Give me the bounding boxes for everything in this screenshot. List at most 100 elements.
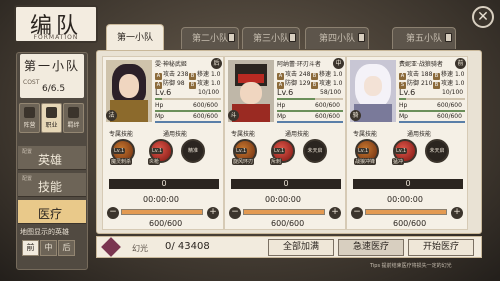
exp-bar [155, 98, 221, 100]
currency-label: 幻光 [132, 244, 148, 253]
exclusive-skill-label: 专属技能 [353, 131, 378, 138]
exp-bar [399, 98, 465, 100]
hp-label: Hp [399, 102, 408, 109]
sidebar-item-skills[interactable]: 配置 技能 [18, 173, 86, 197]
heal-hp: 600/600 [271, 219, 305, 228]
team-name: 第一小队 [23, 59, 80, 73]
heal-hp: 600/600 [393, 219, 427, 228]
stat-value: 1.0 [210, 71, 221, 78]
stat-value: 210 [420, 80, 433, 87]
skill-name: 斥刺 [270, 158, 283, 165]
class-icon: 法 [106, 110, 117, 121]
stat-grade: B [433, 82, 440, 89]
sidebar-item-label: 英雄 [38, 153, 63, 167]
stat-value: 1.0 [454, 80, 465, 87]
page-subtitle: FORMATION [33, 34, 79, 41]
stat-name: 移速 [197, 71, 210, 78]
skill-name: 未天启 [307, 148, 323, 154]
fill-all-button[interactable]: 全部加满 [268, 239, 334, 256]
cost-label: COST [23, 79, 40, 86]
heal-time: 00:00:00 [143, 195, 179, 204]
heal-slider-fill [122, 210, 202, 214]
stat-name: 攻速 [319, 80, 332, 87]
stat-value: 238 [176, 71, 189, 78]
skill-icon[interactable]: 未天启 [425, 139, 449, 163]
position-badge: 中 [333, 58, 344, 69]
stat-value: 188 [420, 71, 433, 78]
heal-count: 0 [109, 179, 219, 189]
decrease-button[interactable]: − [107, 207, 119, 219]
increase-button[interactable]: + [207, 207, 219, 219]
tab-team-5[interactable]: 第五小队 [392, 27, 456, 49]
heal-slider[interactable] [243, 209, 325, 215]
hero-role: 骑 [352, 112, 359, 119]
mode-label: 羁绊 [67, 122, 80, 129]
sidebar-item-label: 医疗 [38, 207, 63, 221]
hero-card[interactable]: 法雯·神秘武姬后 A 攻击 238 B 移速 1.0 A 防御 98 B 攻速 1.0 Lv.6 1… [102, 56, 224, 230]
lock-icon [289, 33, 296, 42]
skill-icon[interactable]: 未天启 [303, 139, 327, 163]
lock-icon [358, 33, 365, 42]
hp-bar-fill [399, 110, 465, 112]
stat-name: 防御 [407, 80, 420, 87]
mp-bar [277, 121, 343, 123]
stat-value: 98 [176, 80, 185, 87]
sidebar-item-medical[interactable]: 医疗 [18, 200, 86, 224]
tab-team-2[interactable]: 第二小队 [181, 27, 239, 49]
hero-card[interactable]: 斗阿纳蕾·环刃斗者中 A 攻击 248 B 移速 1.0 A 防御 129 B 攻速 1.0 Lv… [224, 56, 346, 230]
mp-bar-fill [399, 121, 465, 123]
heal-slider[interactable] [121, 209, 203, 215]
hero-exp: 10/100 [198, 89, 220, 96]
skill-level: Lv.1 [113, 148, 126, 154]
hero-name: 雯·神秘武姬 [155, 61, 187, 68]
position-middle-toggle[interactable]: 中 [40, 240, 57, 256]
hp-bar-fill [155, 110, 221, 112]
currency-value: 0/ 43408 [165, 241, 210, 252]
hero-level: Lv.6 [277, 88, 294, 97]
position-back-toggle[interactable]: 后 [58, 240, 75, 256]
mode-class-button[interactable]: 职业 [41, 103, 62, 133]
bond-icon [68, 107, 79, 118]
hero-hp: 600/600 [193, 102, 218, 109]
position-front-toggle[interactable]: 前 [22, 240, 39, 256]
stat-value: 1.0 [332, 80, 343, 87]
skill-icon[interactable]: 精准 [181, 139, 205, 163]
stat-name: 防御 [285, 80, 298, 87]
tab-team-3[interactable]: 第三小队 [242, 27, 300, 49]
hero-card[interactable]: 骑费妮亚·战狼骑者前 A 攻击 188 B 移速 1.0 S 防御 210 B 攻速 1.0 Lv… [346, 56, 468, 230]
mp-bar [399, 121, 465, 123]
close-button[interactable]: ✕ [472, 6, 494, 28]
hero-hp: 600/600 [315, 102, 340, 109]
close-icon: ✕ [477, 9, 489, 25]
position-badge: 前 [455, 58, 466, 69]
sidebar-item-heroes[interactable]: 配置 英雄 [18, 146, 86, 170]
tab-team-1[interactable]: 第一小队 [106, 24, 164, 51]
quick-heal-button[interactable]: 急速医疗 [338, 239, 404, 256]
mp-label: Mp [155, 113, 164, 120]
mode-bond-button[interactable]: 羁绊 [63, 103, 84, 133]
mp-bar-fill [277, 121, 343, 123]
start-heal-button[interactable]: 开始医疗 [408, 239, 474, 256]
hero-exp: 10/100 [442, 89, 464, 96]
stat-value: 129 [298, 80, 311, 87]
heal-slider-fill [366, 210, 446, 214]
decrease-button[interactable]: − [229, 207, 241, 219]
heal-slider-fill [244, 210, 324, 214]
hero-stat: B 攻速 1.0 [433, 78, 464, 89]
sidebar-item-small: 配置 [22, 149, 33, 155]
tab-team-4[interactable]: 第四小队 [305, 27, 369, 49]
increase-button[interactable]: + [451, 207, 463, 219]
exclusive-skill-label: 专属技能 [109, 131, 134, 138]
sidebar-item-label: 技能 [38, 180, 63, 194]
stat-name: 攻击 [163, 71, 176, 78]
cost-value: 6/6.5 [42, 84, 66, 94]
hero-mp: 600/600 [193, 113, 218, 120]
hp-label: Hp [277, 102, 286, 109]
position-label: 中 [335, 60, 342, 67]
skill-name: 精准 [187, 148, 198, 154]
heal-slider[interactable] [365, 209, 447, 215]
mode-faction-button[interactable]: 阵营 [19, 103, 40, 133]
decrease-button[interactable]: − [351, 207, 363, 219]
stat-name: 攻击 [285, 71, 298, 78]
increase-button[interactable]: + [329, 207, 341, 219]
